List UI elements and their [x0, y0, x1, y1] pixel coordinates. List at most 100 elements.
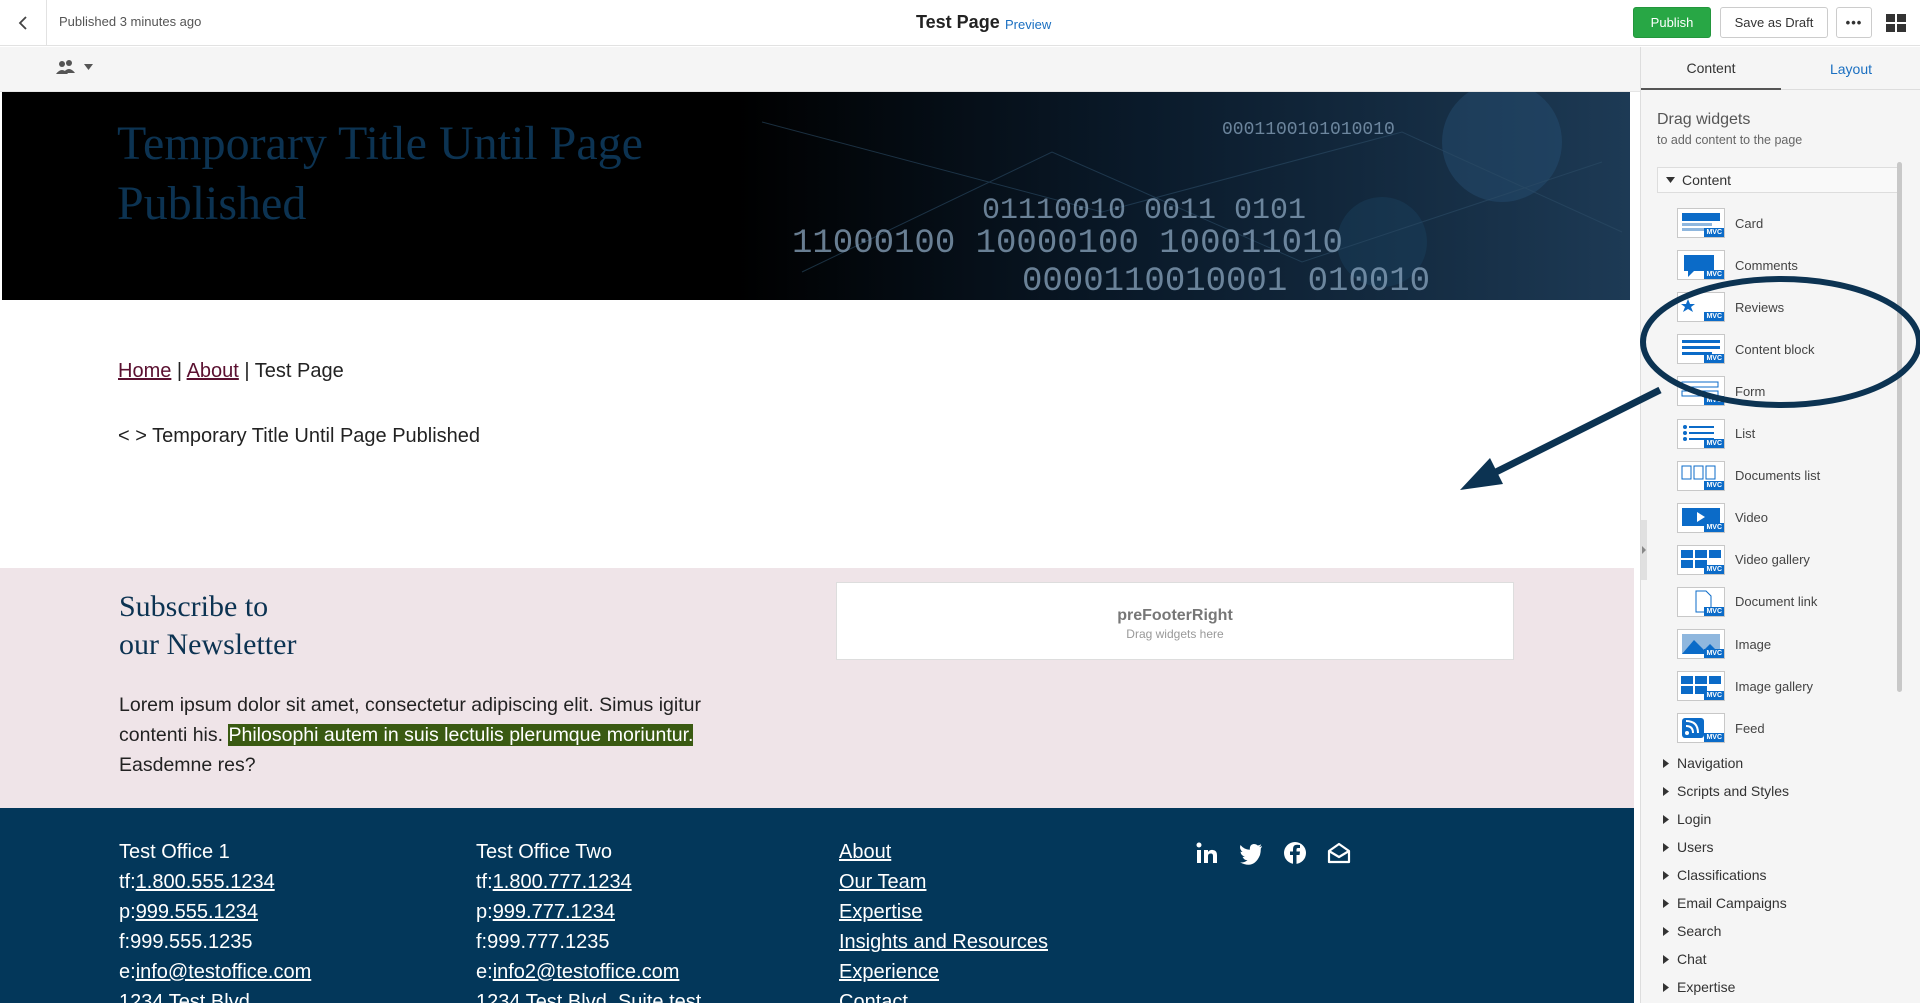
top-bar: Published 3 minutes ago Test Page Previe… — [0, 0, 1920, 46]
binary-text: 0000110010001 010010 — [1022, 263, 1430, 300]
widget-image[interactable]: MVC Image — [1677, 629, 1771, 659]
mvc-badge: MVC — [1704, 733, 1724, 743]
category-expertise[interactable]: Expertise — [1663, 979, 1735, 995]
category-classifications[interactable]: Classifications — [1663, 867, 1766, 883]
office-address: 1234 Test Blvd — [119, 991, 250, 1003]
widget-label: Card — [1735, 215, 1764, 231]
save-as-draft-button[interactable]: Save as Draft — [1720, 7, 1828, 38]
mvc-badge: MVC — [1704, 649, 1724, 658]
widget-form[interactable]: MVC Form — [1677, 376, 1766, 407]
footer-link-about[interactable]: About — [839, 837, 1048, 867]
caret-down-icon — [1666, 177, 1675, 183]
widgets-grid-icon[interactable] — [1884, 12, 1908, 34]
widget-documents-list[interactable]: MVC Documents list — [1677, 460, 1821, 491]
footer-link-contact[interactable]: Contact — [839, 987, 1048, 1003]
widget-list[interactable]: MVC List — [1677, 418, 1755, 449]
email-link[interactable]: info@testoffice.com — [136, 961, 312, 983]
permissions-dropdown[interactable] — [56, 59, 93, 75]
phone-link[interactable]: 999.555.1234 — [136, 901, 258, 923]
tab-layout[interactable]: Layout — [1781, 47, 1920, 90]
widget-form-icon: MVC — [1677, 376, 1725, 407]
toll-free-link[interactable]: 1.800.555.1234 — [136, 871, 275, 893]
email-link[interactable]: info2@testoffice.com — [493, 961, 680, 983]
widget-video-icon: MVC — [1677, 502, 1725, 533]
tab-content[interactable]: Content — [1641, 47, 1781, 90]
footer-link-insights[interactable]: Insights and Resources — [839, 927, 1048, 957]
category-content-toggle[interactable]: Content — [1657, 167, 1901, 193]
email-label: e: — [119, 961, 136, 983]
widget-card[interactable]: MVC Card — [1677, 208, 1763, 238]
caret-right-icon — [1663, 954, 1669, 964]
category-email-campaigns[interactable]: Email Campaigns — [1663, 895, 1787, 911]
page-canvas: 0001100101010010 01110010 0011 0101 1100… — [0, 92, 1640, 1003]
fax-number: f:999.777.1235 — [476, 931, 610, 953]
breadcrumb-about-link[interactable]: About — [187, 360, 239, 382]
office-1-contact: Test Office 1 tf:1.800.555.1234 p:999.55… — [119, 837, 311, 1003]
panel-splitter-handle[interactable] — [1640, 520, 1648, 580]
binary-text: 01110010 0011 0101 — [982, 194, 1306, 228]
twitter-icon[interactable] — [1238, 840, 1264, 866]
widget-content-block[interactable]: MVC Content block — [1677, 334, 1815, 365]
newsletter-title-line1: Subscribe to — [119, 590, 269, 623]
widget-image-gallery[interactable]: MVC Image gallery — [1677, 671, 1813, 702]
widget-label: Form — [1735, 383, 1766, 399]
footer-link-experience[interactable]: Experience — [839, 957, 1048, 987]
mvc-badge: MVC — [1704, 438, 1724, 448]
widget-card-icon: MVC — [1677, 208, 1725, 238]
widget-label: Feed — [1735, 720, 1765, 736]
back-button[interactable] — [0, 0, 47, 46]
facebook-icon[interactable] — [1282, 840, 1308, 866]
breadcrumb-home-link[interactable]: Home — [118, 360, 171, 382]
mvc-badge: MVC — [1704, 228, 1724, 237]
publish-button[interactable]: Publish — [1633, 7, 1711, 38]
category-label: Email Campaigns — [1677, 895, 1787, 911]
content-title-line: < > Temporary Title Until Page Published — [118, 425, 481, 447]
widget-image-icon: MVC — [1677, 629, 1725, 659]
linkedin-icon[interactable] — [1194, 840, 1220, 866]
page-title: Test Page — [916, 12, 1000, 32]
category-login[interactable]: Login — [1663, 811, 1711, 827]
office-name: Test Office 1 — [119, 841, 230, 863]
hero-title: Temporary Title Until Page Published — [117, 117, 643, 230]
panel-scrollbar[interactable] — [1897, 162, 1902, 692]
category-navigation[interactable]: Navigation — [1663, 755, 1743, 771]
mvc-badge: MVC — [1704, 606, 1724, 616]
widget-document-link[interactable]: MVC Document link — [1677, 586, 1818, 617]
widget-label: Content block — [1735, 341, 1815, 357]
widget-comments[interactable]: MVC Comments — [1677, 250, 1798, 281]
email-label: e: — [476, 961, 493, 983]
widget-label: Image — [1735, 636, 1772, 652]
category-scripts-and-styles[interactable]: Scripts and Styles — [1663, 783, 1789, 799]
category-search[interactable]: Search — [1663, 923, 1721, 939]
caret-right-icon — [1663, 758, 1669, 768]
prefooter-right-dropzone[interactable]: preFooterRight Drag widgets here — [836, 582, 1514, 660]
category-label: Classifications — [1677, 867, 1767, 883]
widgets-panel: Content Layout Drag widgets to add conte… — [1640, 47, 1920, 1003]
widget-video[interactable]: MVC Video — [1677, 502, 1768, 533]
phone-link[interactable]: 999.777.1234 — [493, 901, 615, 923]
category-chat[interactable]: Chat — [1663, 951, 1707, 967]
newsletter-title: Subscribe to our Newsletter — [119, 588, 439, 664]
toll-free-label: tf: — [119, 871, 136, 893]
office-2-contact: Test Office Two tf:1.800.777.1234 p:999.… — [476, 837, 701, 1003]
more-actions-button[interactable]: ••• — [1836, 7, 1872, 38]
hero-banner: 0001100101010010 01110010 0011 0101 1100… — [2, 92, 1630, 300]
widget-label: Document link — [1735, 594, 1818, 610]
widget-feed[interactable]: MVC Feed — [1677, 713, 1765, 744]
widget-video-gallery[interactable]: MVC Video gallery — [1677, 544, 1810, 575]
widget-feed-icon: MVC — [1677, 713, 1725, 744]
widget-label: Comments — [1735, 257, 1798, 273]
widget-reviews-icon: MVC — [1677, 292, 1725, 323]
email-icon[interactable] — [1326, 840, 1352, 866]
toll-free-link[interactable]: 1.800.777.1234 — [493, 871, 632, 893]
dropzone-title: preFooterRight — [1117, 607, 1233, 624]
preview-link[interactable]: Preview — [1005, 17, 1051, 32]
mvc-badge: MVC — [1704, 564, 1724, 574]
newsletter-body-text: Lorem ipsum dolor sit amet, consectetur … — [119, 690, 759, 780]
category-users[interactable]: Users — [1663, 839, 1714, 855]
widget-reviews[interactable]: MVC Reviews — [1677, 292, 1784, 323]
panel-tabs: Content Layout — [1641, 47, 1920, 90]
widget-label: Documents list — [1735, 468, 1821, 484]
footer-link-our-team[interactable]: Our Team — [839, 867, 1048, 897]
footer-link-expertise[interactable]: Expertise — [839, 897, 1048, 927]
